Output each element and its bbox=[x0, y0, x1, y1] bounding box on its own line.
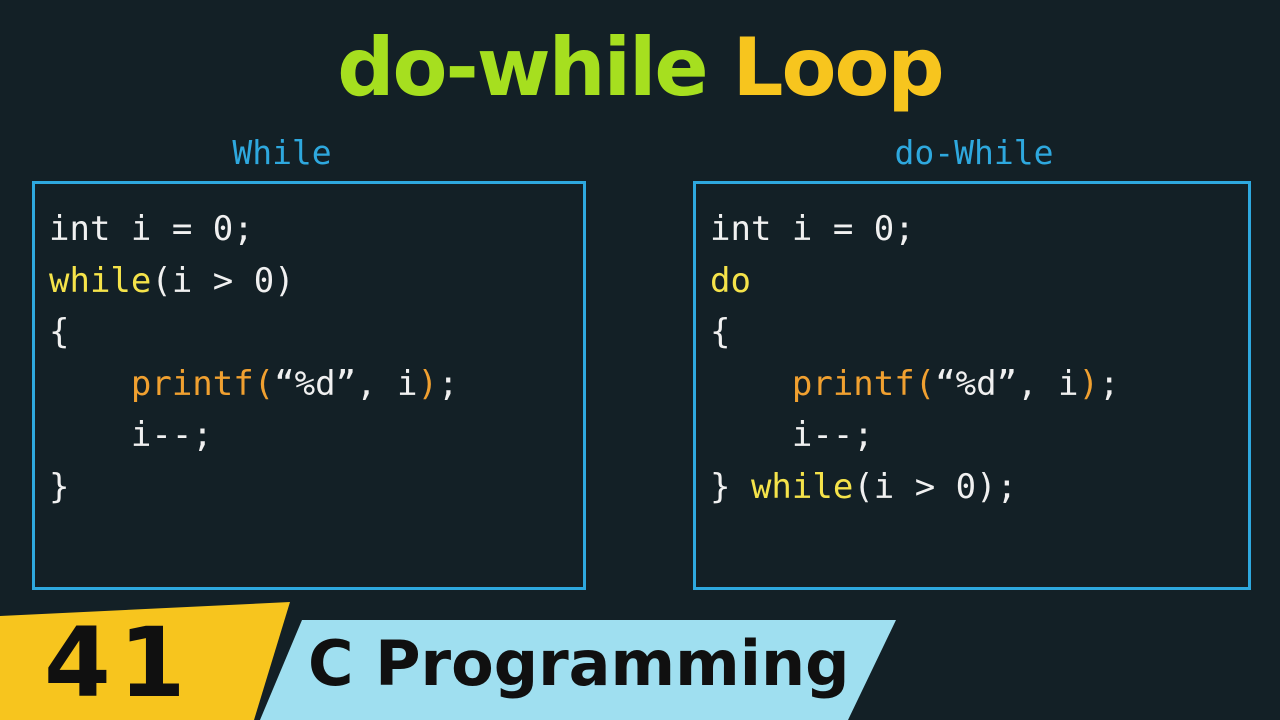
code-function-printf: printf( bbox=[791, 363, 936, 404]
title-part-do-while: do-while bbox=[337, 21, 708, 114]
page-title: do-while Loop bbox=[0, 18, 1280, 118]
code-line: int i = 0; bbox=[49, 209, 254, 249]
code-line: { bbox=[49, 312, 70, 352]
right-panel-label: do-While bbox=[894, 133, 1054, 172]
code-line: (i > 0); bbox=[853, 466, 1018, 507]
code-keyword-while: while bbox=[49, 260, 152, 301]
code-line: { bbox=[710, 312, 731, 352]
code-args: “%d”, i bbox=[274, 363, 418, 404]
code-brace: } bbox=[710, 466, 751, 507]
while-code-block: int i = 0; while(i > 0) { printf(“%d”, i… bbox=[49, 204, 458, 513]
code-function-printf: printf( bbox=[130, 363, 275, 404]
episode-number: 41 bbox=[44, 607, 194, 719]
code-paren: ) bbox=[1078, 363, 1099, 404]
code-line: i--; bbox=[49, 415, 213, 455]
code-line: } bbox=[49, 466, 70, 507]
series-title: C Programming bbox=[308, 627, 850, 700]
code-paren: ) bbox=[417, 363, 438, 404]
code-line: i--; bbox=[710, 415, 874, 455]
do-while-code-block: int i = 0; do { printf(“%d”, i); i--; } … bbox=[710, 204, 1119, 513]
code-semicolon: ; bbox=[1098, 363, 1120, 404]
code-keyword-while: while bbox=[750, 466, 854, 507]
code-args: “%d”, i bbox=[935, 363, 1079, 404]
code-line: (i > 0) bbox=[151, 260, 295, 301]
code-line: int i = 0; bbox=[710, 209, 915, 249]
do-while-code-panel: int i = 0; do { printf(“%d”, i); i--; } … bbox=[693, 181, 1251, 590]
code-keyword-do: do bbox=[710, 260, 751, 301]
while-code-panel: int i = 0; while(i > 0) { printf(“%d”, i… bbox=[32, 181, 586, 590]
left-panel-label: While bbox=[232, 133, 332, 172]
title-part-loop: Loop bbox=[732, 21, 945, 114]
series-banner: 41 C Programming bbox=[0, 602, 1280, 720]
code-semicolon: ; bbox=[437, 363, 459, 404]
